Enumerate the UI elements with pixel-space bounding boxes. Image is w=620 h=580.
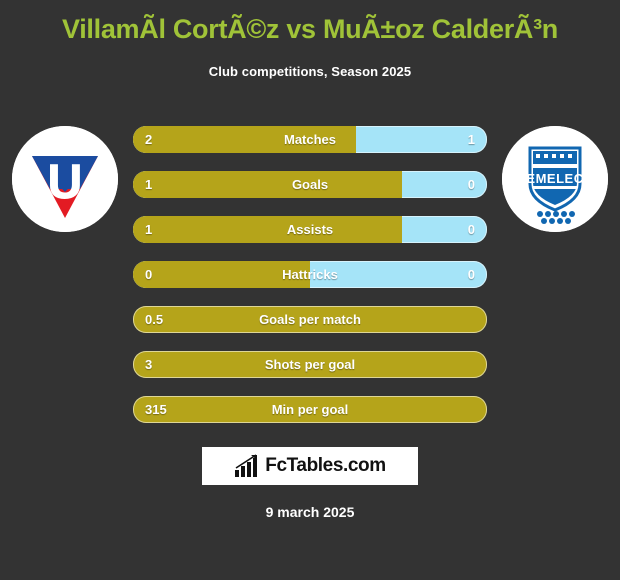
bar-chart-icon	[235, 454, 258, 477]
stats-bar-list: 2 Matches 1 1 Goals 0 1 Assists 0 0 Hattricks 0 0.5 G…	[133, 126, 487, 441]
fctables-logo-text: FcTables.com	[265, 455, 386, 476]
away-team-crest: EMELEC	[502, 126, 608, 232]
stat-row: 315 Min per goal	[133, 396, 487, 423]
stat-row: 0 Hattricks 0	[133, 261, 487, 288]
svg-text:U: U	[48, 156, 83, 209]
home-team-crest: U	[12, 126, 118, 232]
stat-row: 1 Goals 0	[133, 171, 487, 198]
stat-label: Matches	[283, 132, 337, 147]
stat-label: Min per goal	[271, 402, 349, 417]
stat-row: 3 Shots per goal	[133, 351, 487, 378]
stat-label: Shots per goal	[264, 357, 356, 372]
report-date: 9 march 2025	[265, 504, 355, 520]
page-subtitle: Club competitions, Season 2025	[208, 64, 412, 79]
stat-row: 1 Assists 0	[133, 216, 487, 243]
stat-away-value: 0	[467, 267, 475, 282]
stat-away-value: 0	[467, 177, 475, 192]
stat-label: Goals per match	[259, 312, 361, 327]
stat-label: Assists	[286, 222, 334, 237]
stat-label: Hattricks	[282, 267, 338, 282]
emelec-crest-icon: EMELEC	[502, 126, 608, 232]
fctables-logo[interactable]: FcTables.com	[202, 447, 418, 485]
svg-text:EMELEC: EMELEC	[526, 171, 583, 186]
ldu-quito-crest-icon: U	[12, 126, 118, 232]
page-title: VillamÃ­l CortÃ©z vs MuÃ±oz CalderÃ³n	[62, 14, 558, 44]
stat-away-value: 0	[467, 222, 475, 237]
stat-away-value: 1	[467, 132, 475, 147]
stat-row: 2 Matches 1	[133, 126, 487, 153]
stat-label: Goals	[291, 177, 329, 192]
stat-comparison-page: VillamÃ­l CortÃ©z vs MuÃ±oz CalderÃ³n Cl…	[0, 0, 620, 580]
stat-row: 0.5 Goals per match	[133, 306, 487, 333]
